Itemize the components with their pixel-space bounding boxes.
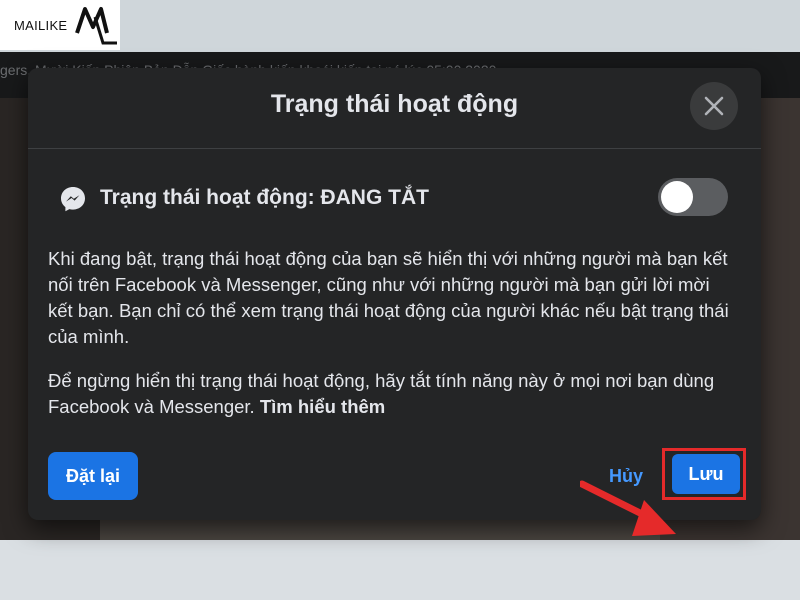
reset-button[interactable]: Đặt lại bbox=[48, 452, 138, 500]
status-label: Trạng thái hoạt động: ĐANG TẮT bbox=[100, 186, 429, 209]
messenger-icon bbox=[61, 187, 85, 212]
dialog-header: Trạng thái hoạt động bbox=[28, 68, 761, 149]
bottom-area bbox=[0, 540, 800, 600]
dialog-title: Trạng thái hoạt động bbox=[270, 90, 519, 118]
logo-mark-icon bbox=[75, 7, 118, 45]
description-paragraph-2: Để ngừng hiển thị trạng thái hoạt động, … bbox=[48, 368, 738, 420]
description-paragraph-1: Khi đang bật, trạng thái hoạt động của b… bbox=[48, 248, 729, 347]
toggle-knob bbox=[661, 181, 693, 213]
close-icon bbox=[704, 96, 724, 116]
active-status-toggle[interactable] bbox=[658, 178, 728, 216]
top-banner: MAILIKE bbox=[0, 0, 800, 52]
close-button[interactable] bbox=[690, 82, 738, 130]
status-row: Trạng thái hoạt động: ĐANG TẮT bbox=[58, 178, 728, 222]
red-arrow-icon bbox=[580, 480, 676, 536]
mailike-logo: MAILIKE bbox=[0, 0, 120, 50]
active-status-dialog: Trạng thái hoạt động Trạng thái hoạt độn… bbox=[28, 68, 761, 536]
learn-more-link[interactable]: Tìm hiểu thêm bbox=[260, 396, 385, 417]
logo-text: MAILIKE bbox=[14, 17, 68, 33]
